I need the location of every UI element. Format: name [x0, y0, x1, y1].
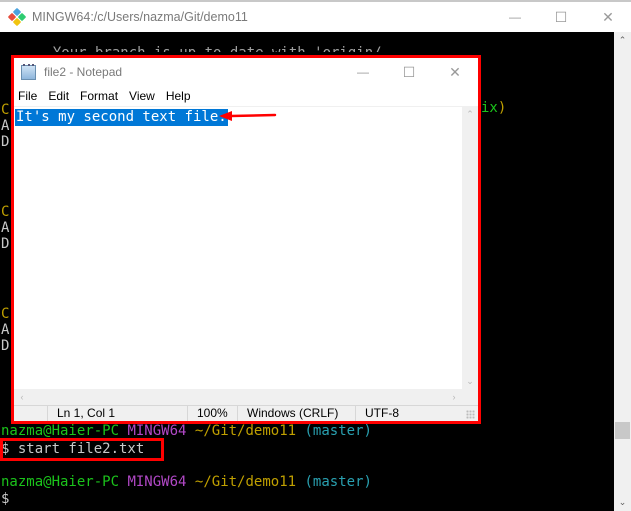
- status-zoom: 100%: [187, 406, 237, 421]
- scroll-down-icon[interactable]: ⌄: [614, 494, 631, 511]
- terminal-fragment: D: [1, 134, 10, 150]
- notepad-minimize-button[interactable]: —: [340, 58, 386, 86]
- terminal-fragment: A: [1, 322, 10, 338]
- terminal-cursor-line: $: [1, 491, 10, 507]
- maximize-icon: ☐: [554, 8, 568, 25]
- prompt-branch: (master): [304, 474, 372, 490]
- scroll-up-icon[interactable]: ⌃: [462, 106, 478, 122]
- notepad-close-button[interactable]: ✕: [432, 58, 478, 86]
- terminal-fragment: C: [1, 204, 10, 220]
- close-icon: ✕: [449, 63, 461, 80]
- prompt-shell: MINGW64: [127, 474, 187, 490]
- terminal-fragment: A: [1, 118, 10, 134]
- notepad-maximize-button[interactable]: ☐: [386, 58, 432, 86]
- menu-help[interactable]: Help: [162, 89, 196, 103]
- resize-grip-icon[interactable]: [466, 410, 475, 419]
- menu-format[interactable]: Format: [76, 89, 123, 103]
- scrollbar-corner: [462, 389, 478, 405]
- terminal-minimize-button[interactable]: —: [492, 2, 538, 32]
- status-line-ending: Windows (CRLF): [237, 406, 355, 421]
- prompt-path: ~/Git/demo11: [194, 423, 297, 439]
- terminal-titlebar[interactable]: MINGW64:/c/Users/nazma/Git/demo11 — ☐ ✕: [0, 2, 631, 32]
- terminal-scrollbar[interactable]: ⌃ ⌄: [614, 32, 631, 511]
- scroll-right-icon[interactable]: ›: [446, 389, 462, 405]
- git-bash-logo-icon: [7, 7, 27, 27]
- prompt-shell: MINGW64: [127, 423, 187, 439]
- terminal-fragment: C: [1, 306, 10, 322]
- status-position: Ln 1, Col 1: [47, 406, 187, 421]
- menu-view[interactable]: View: [125, 89, 160, 103]
- scroll-up-icon[interactable]: ⌃: [614, 32, 631, 49]
- close-icon: ✕: [602, 8, 614, 25]
- prompt-branch: (master): [304, 423, 372, 439]
- annotation-arrow-icon: [219, 111, 277, 121]
- terminal-maximize-button[interactable]: ☐: [538, 2, 584, 32]
- terminal-fragment: D: [1, 236, 10, 252]
- terminal-fragment: D: [1, 338, 10, 354]
- notepad-title: file2 - Notepad: [44, 65, 123, 79]
- notepad-horizontal-scrollbar[interactable]: ‹ ›: [14, 389, 462, 405]
- notepad-menubar: File Edit Format View Help: [14, 86, 478, 106]
- status-encoding: UTF-8: [355, 406, 461, 421]
- terminal-fragment: A: [1, 220, 10, 236]
- terminal-prompt: nazma@Haier-PC MINGW64 ~/Git/demo11 (mas…: [1, 474, 372, 491]
- scroll-down-icon[interactable]: ⌄: [462, 373, 478, 389]
- maximize-icon: ☐: [402, 63, 416, 80]
- notepad-icon: [21, 63, 36, 80]
- terminal-fragment-right: ix): [481, 100, 507, 116]
- minimize-icon: —: [509, 10, 521, 24]
- notepad-titlebar[interactable]: file2 - Notepad — ☐ ✕: [14, 58, 478, 86]
- terminal-title: MINGW64:/c/Users/nazma/Git/demo11: [32, 10, 248, 24]
- prompt-path: ~/Git/demo11: [194, 474, 297, 490]
- prompt-user: nazma@Haier-PC: [1, 423, 120, 439]
- command-highlight-box: [0, 438, 164, 461]
- selected-text[interactable]: It's my second text file.: [15, 109, 228, 126]
- notepad-statusbar: Ln 1, Col 1 100% Windows (CRLF) UTF-8: [14, 405, 478, 421]
- menu-file[interactable]: File: [14, 89, 42, 103]
- prompt-user: nazma@Haier-PC: [1, 474, 120, 490]
- terminal-close-button[interactable]: ✕: [585, 2, 631, 32]
- notepad-vertical-scrollbar[interactable]: ⌃ ⌄: [462, 106, 478, 389]
- terminal-scroll-thumb[interactable]: [615, 422, 630, 439]
- menu-edit[interactable]: Edit: [44, 89, 74, 103]
- notepad-text-area[interactable]: It's my second text file.: [14, 106, 462, 389]
- terminal-fragment: C: [1, 102, 10, 118]
- minimize-icon: —: [357, 65, 369, 79]
- scroll-left-icon[interactable]: ‹: [14, 389, 30, 405]
